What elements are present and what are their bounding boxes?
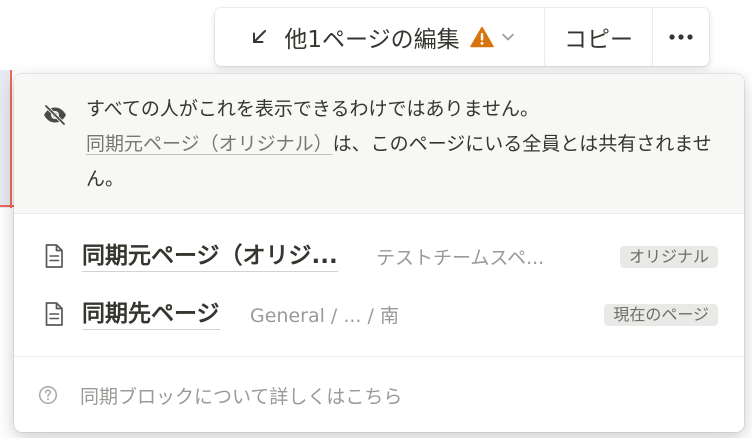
page-title: 同期先ページ	[82, 299, 220, 330]
help-link-label: 同期ブロックについて詳しくはこちら	[80, 385, 403, 408]
synced-page-row-current[interactable]: 同期先ページ General / ... / 南 現在のページ	[14, 288, 744, 342]
synced-page-row-original[interactable]: 同期元ページ（オリジ... テストチームスペ... オリジナル	[14, 230, 744, 284]
page-badge: オリジナル	[619, 246, 718, 268]
more-options-button[interactable]	[653, 8, 709, 66]
page-title: 同期元ページ（オリジ...	[82, 241, 338, 272]
chevron-down-icon[interactable]	[501, 32, 515, 42]
screen: 他1ページの編集 コピー すべての人がこれを表示できるわけではありません。 同期…	[0, 0, 752, 438]
synced-pages-popover: すべての人がこれを表示できるわけではありません。 同期元ページ（オリジナル）は、…	[14, 74, 744, 432]
original-page-link[interactable]: 同期元ページ（オリジナル）	[86, 133, 333, 155]
warning-triangle-icon	[469, 26, 494, 48]
page-icon	[45, 244, 63, 268]
background-accent-line	[0, 205, 14, 207]
ellipsis-icon	[669, 34, 693, 40]
divider	[14, 356, 744, 357]
help-link[interactable]: 同期ブロックについて詳しくはこちら	[38, 380, 402, 410]
page-path: General / ... / 南	[250, 305, 399, 327]
visibility-notice-text: すべての人がこれを表示できるわけではありません。 同期元ページ（オリジナル）は、…	[86, 92, 726, 197]
eye-slash-icon	[44, 104, 66, 126]
edit-pages-button[interactable]: 他1ページの編集	[215, 8, 545, 66]
page-icon	[45, 302, 63, 326]
copy-label: コピー	[564, 27, 633, 53]
synced-block-toolbar: 他1ページの編集 コピー	[215, 8, 709, 66]
help-circle-icon	[38, 385, 58, 405]
arrow-down-left-icon	[253, 30, 267, 43]
background-block	[0, 70, 12, 208]
page-path: テストチームスペ...	[376, 247, 545, 269]
page-badge: 現在のページ	[604, 304, 718, 326]
visibility-notice: すべての人がこれを表示できるわけではありません。 同期元ページ（オリジナル）は、…	[14, 74, 744, 214]
edit-pages-label: 他1ページの編集	[284, 27, 460, 53]
notice-line-1: すべての人がこれを表示できるわけではありません。	[86, 98, 539, 120]
copy-button[interactable]: コピー	[545, 8, 653, 66]
